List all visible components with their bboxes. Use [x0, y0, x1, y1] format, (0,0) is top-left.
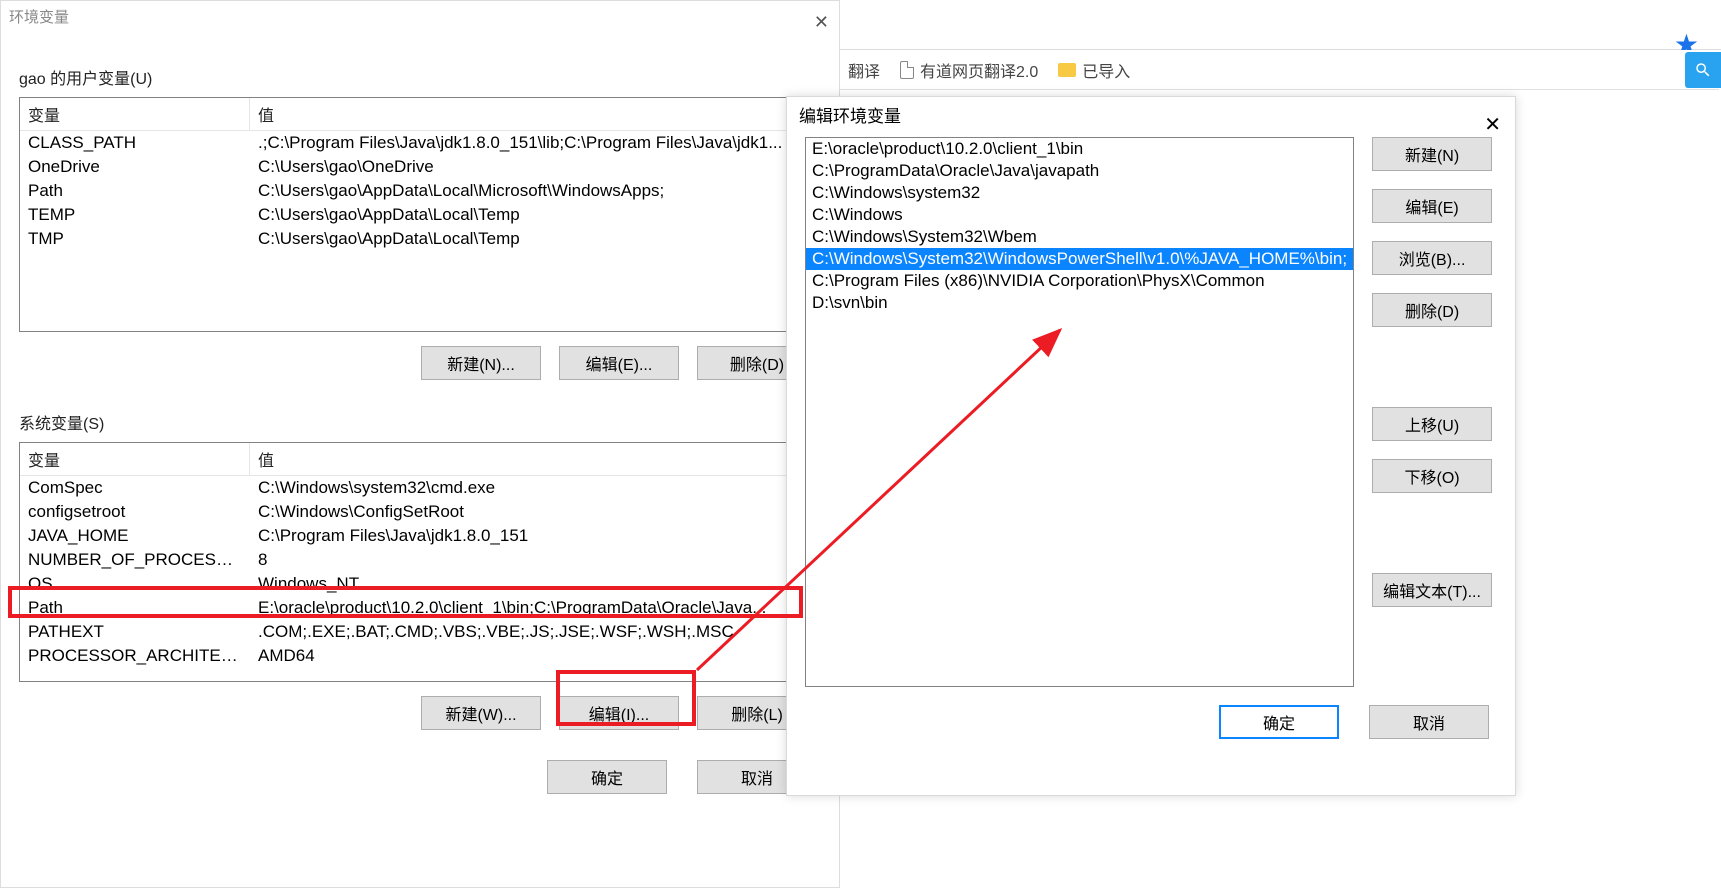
delete-button[interactable]: 删除(D) [1372, 293, 1492, 327]
var-value: .;C:\Program Files\Java\jdk1.8.0_151\lib… [250, 132, 820, 154]
table-header: 变量 值 [20, 98, 820, 131]
move-down-button[interactable]: 下移(O) [1372, 459, 1492, 493]
bookmark-imported[interactable]: 已导入 [1058, 58, 1130, 82]
edit-side-buttons: 新建(N) 编辑(E) 浏览(B)... 删除(D) 上移(U) 下移(O) 编… [1372, 137, 1497, 687]
var-name: PROCESSOR_ARCHITECTURE [20, 645, 250, 667]
col-value[interactable]: 值 [250, 98, 820, 130]
search-icon [1694, 61, 1712, 79]
ok-button[interactable]: 确定 [1219, 705, 1339, 739]
var-name: TEMP [20, 204, 250, 226]
table-row[interactable]: configsetrootC:\Windows\ConfigSetRoot [20, 500, 820, 524]
browser-toolbar: ★ [840, 0, 1721, 50]
table-row[interactable]: PATHEXT.COM;.EXE;.BAT;.CMD;.VBS;.VBE;.JS… [20, 620, 820, 644]
table-row[interactable]: ComSpecC:\Windows\system32\cmd.exe [20, 476, 820, 500]
close-icon[interactable]: ✕ [1484, 105, 1501, 145]
ok-button[interactable]: 确定 [547, 760, 667, 794]
bookmark-translate[interactable]: 翻译 [848, 58, 880, 82]
move-up-button[interactable]: 上移(U) [1372, 407, 1492, 441]
list-item-selected[interactable]: C:\Windows\System32\WindowsPowerShell\v1… [806, 248, 1353, 270]
table-row[interactable]: OneDriveC:\Users\gao\OneDrive [20, 155, 820, 179]
bookmark-label: 有道网页翻译2.0 [920, 58, 1038, 82]
user-vars-table: 变量 值 CLASS_PATH.;C:\Program Files\Java\j… [19, 97, 821, 332]
var-value: C:\Windows\ConfigSetRoot [250, 501, 820, 523]
var-name: TMP [20, 228, 250, 250]
list-item[interactable]: E:\oracle\product\10.2.0\client_1\bin [806, 138, 1353, 160]
col-variable[interactable]: 变量 [20, 443, 250, 475]
edit-text-button[interactable]: 编辑文本(T)... [1372, 573, 1492, 607]
var-value: C:\Users\gao\AppData\Local\Temp [250, 228, 820, 250]
dialog-title: 编辑环境变量 [799, 107, 901, 126]
user-vars-label: gao 的用户变量(U) [19, 65, 839, 89]
var-name: Path [20, 180, 250, 202]
user-vars-body[interactable]: CLASS_PATH.;C:\Program Files\Java\jdk1.8… [20, 131, 820, 331]
var-value: AMD64 [250, 645, 820, 667]
dialog-title: 环境变量 [9, 9, 69, 26]
var-value: C:\Windows\system32\cmd.exe [250, 477, 820, 499]
browse-button[interactable]: 浏览(B)... [1372, 241, 1492, 275]
col-value[interactable]: 值 [250, 443, 820, 475]
list-item[interactable]: C:\Windows [806, 204, 1353, 226]
system-vars-body[interactable]: ComSpecC:\Windows\system32\cmd.exe confi… [20, 476, 820, 681]
var-name: NUMBER_OF_PROCESSORS [20, 549, 250, 571]
user-new-button[interactable]: 新建(N)... [421, 346, 541, 380]
var-name: OS [20, 573, 250, 595]
var-name: PATHEXT [20, 621, 250, 643]
edit-env-var-dialog: 编辑环境变量 ✕ E:\oracle\product\10.2.0\client… [786, 96, 1516, 796]
close-icon[interactable]: ✕ [814, 5, 829, 39]
var-value: C:\Users\gao\OneDrive [250, 156, 820, 178]
dialog-title-bar: 环境变量 ✕ [1, 1, 839, 35]
sys-edit-button[interactable]: 编辑(I)... [559, 696, 679, 730]
table-row[interactable]: PROCESSOR_ARCHITECTUREAMD64 [20, 644, 820, 668]
folder-icon [1058, 63, 1076, 77]
var-value: Windows_NT [250, 573, 820, 595]
var-name: Path [20, 597, 250, 619]
list-item[interactable]: C:\Windows\system32 [806, 182, 1353, 204]
var-value: 8 [250, 549, 820, 571]
dialog-title-bar: 编辑环境变量 ✕ [787, 97, 1515, 137]
list-item[interactable]: C:\Windows\System32\Wbem [806, 226, 1353, 248]
bookmarks-bar: 翻译 有道网页翻译2.0 已导入 [840, 50, 1719, 90]
table-row[interactable]: PathE:\oracle\product\10.2.0\client_1\bi… [20, 596, 820, 620]
sys-new-button[interactable]: 新建(W)... [421, 696, 541, 730]
user-edit-button[interactable]: 编辑(E)... [559, 346, 679, 380]
search-button[interactable] [1685, 52, 1721, 88]
var-name: OneDrive [20, 156, 250, 178]
system-vars-table: 变量 值 ComSpecC:\Windows\system32\cmd.exe … [19, 442, 821, 682]
bookmark-youdao[interactable]: 有道网页翻译2.0 [900, 58, 1038, 82]
list-item[interactable]: C:\ProgramData\Oracle\Java\javapath [806, 160, 1353, 182]
edit-dialog-footer: 确定 取消 [787, 705, 1489, 739]
cancel-button[interactable]: 取消 [1369, 705, 1489, 739]
list-item[interactable]: D:\svn\bin [806, 292, 1353, 314]
var-value: E:\oracle\product\10.2.0\client_1\bin;C:… [250, 597, 820, 619]
bookmark-label: 已导入 [1082, 58, 1130, 82]
col-variable[interactable]: 变量 [20, 98, 250, 130]
table-row[interactable]: PathC:\Users\gao\AppData\Local\Microsoft… [20, 179, 820, 203]
system-vars-label: 系统变量(S) [19, 410, 839, 434]
var-value: .COM;.EXE;.BAT;.CMD;.VBS;.VBE;.JS;.JSE;.… [250, 621, 820, 643]
env-variables-dialog: 环境变量 ✕ gao 的用户变量(U) 变量 值 CLASS_PATH.;C:\… [0, 0, 840, 888]
system-vars-buttons: 新建(W)... 编辑(I)... 删除(L) [1, 696, 817, 730]
var-name: CLASS_PATH [20, 132, 250, 154]
table-header: 变量 值 [20, 443, 820, 476]
table-row[interactable]: JAVA_HOMEC:\Program Files\Java\jdk1.8.0_… [20, 524, 820, 548]
var-name: ComSpec [20, 477, 250, 499]
table-row[interactable]: OSWindows_NT [20, 572, 820, 596]
table-row[interactable]: NUMBER_OF_PROCESSORS8 [20, 548, 820, 572]
page-icon [900, 61, 914, 79]
edit-button[interactable]: 编辑(E) [1372, 189, 1492, 223]
var-value: C:\Users\gao\AppData\Local\Microsoft\Win… [250, 180, 820, 202]
user-vars-buttons: 新建(N)... 编辑(E)... 删除(D) [1, 346, 817, 380]
list-item[interactable]: C:\Program Files (x86)\NVIDIA Corporatio… [806, 270, 1353, 292]
var-name: configsetroot [20, 501, 250, 523]
table-row[interactable]: CLASS_PATH.;C:\Program Files\Java\jdk1.8… [20, 131, 820, 155]
var-value: C:\Program Files\Java\jdk1.8.0_151 [250, 525, 820, 547]
var-value: C:\Users\gao\AppData\Local\Temp [250, 204, 820, 226]
table-row[interactable]: TMPC:\Users\gao\AppData\Local\Temp [20, 227, 820, 251]
new-button[interactable]: 新建(N) [1372, 137, 1492, 171]
dialog-footer-buttons: 确定 取消 [1, 760, 817, 794]
path-list[interactable]: E:\oracle\product\10.2.0\client_1\bin C:… [805, 137, 1354, 687]
var-name: JAVA_HOME [20, 525, 250, 547]
table-row[interactable]: TEMPC:\Users\gao\AppData\Local\Temp [20, 203, 820, 227]
